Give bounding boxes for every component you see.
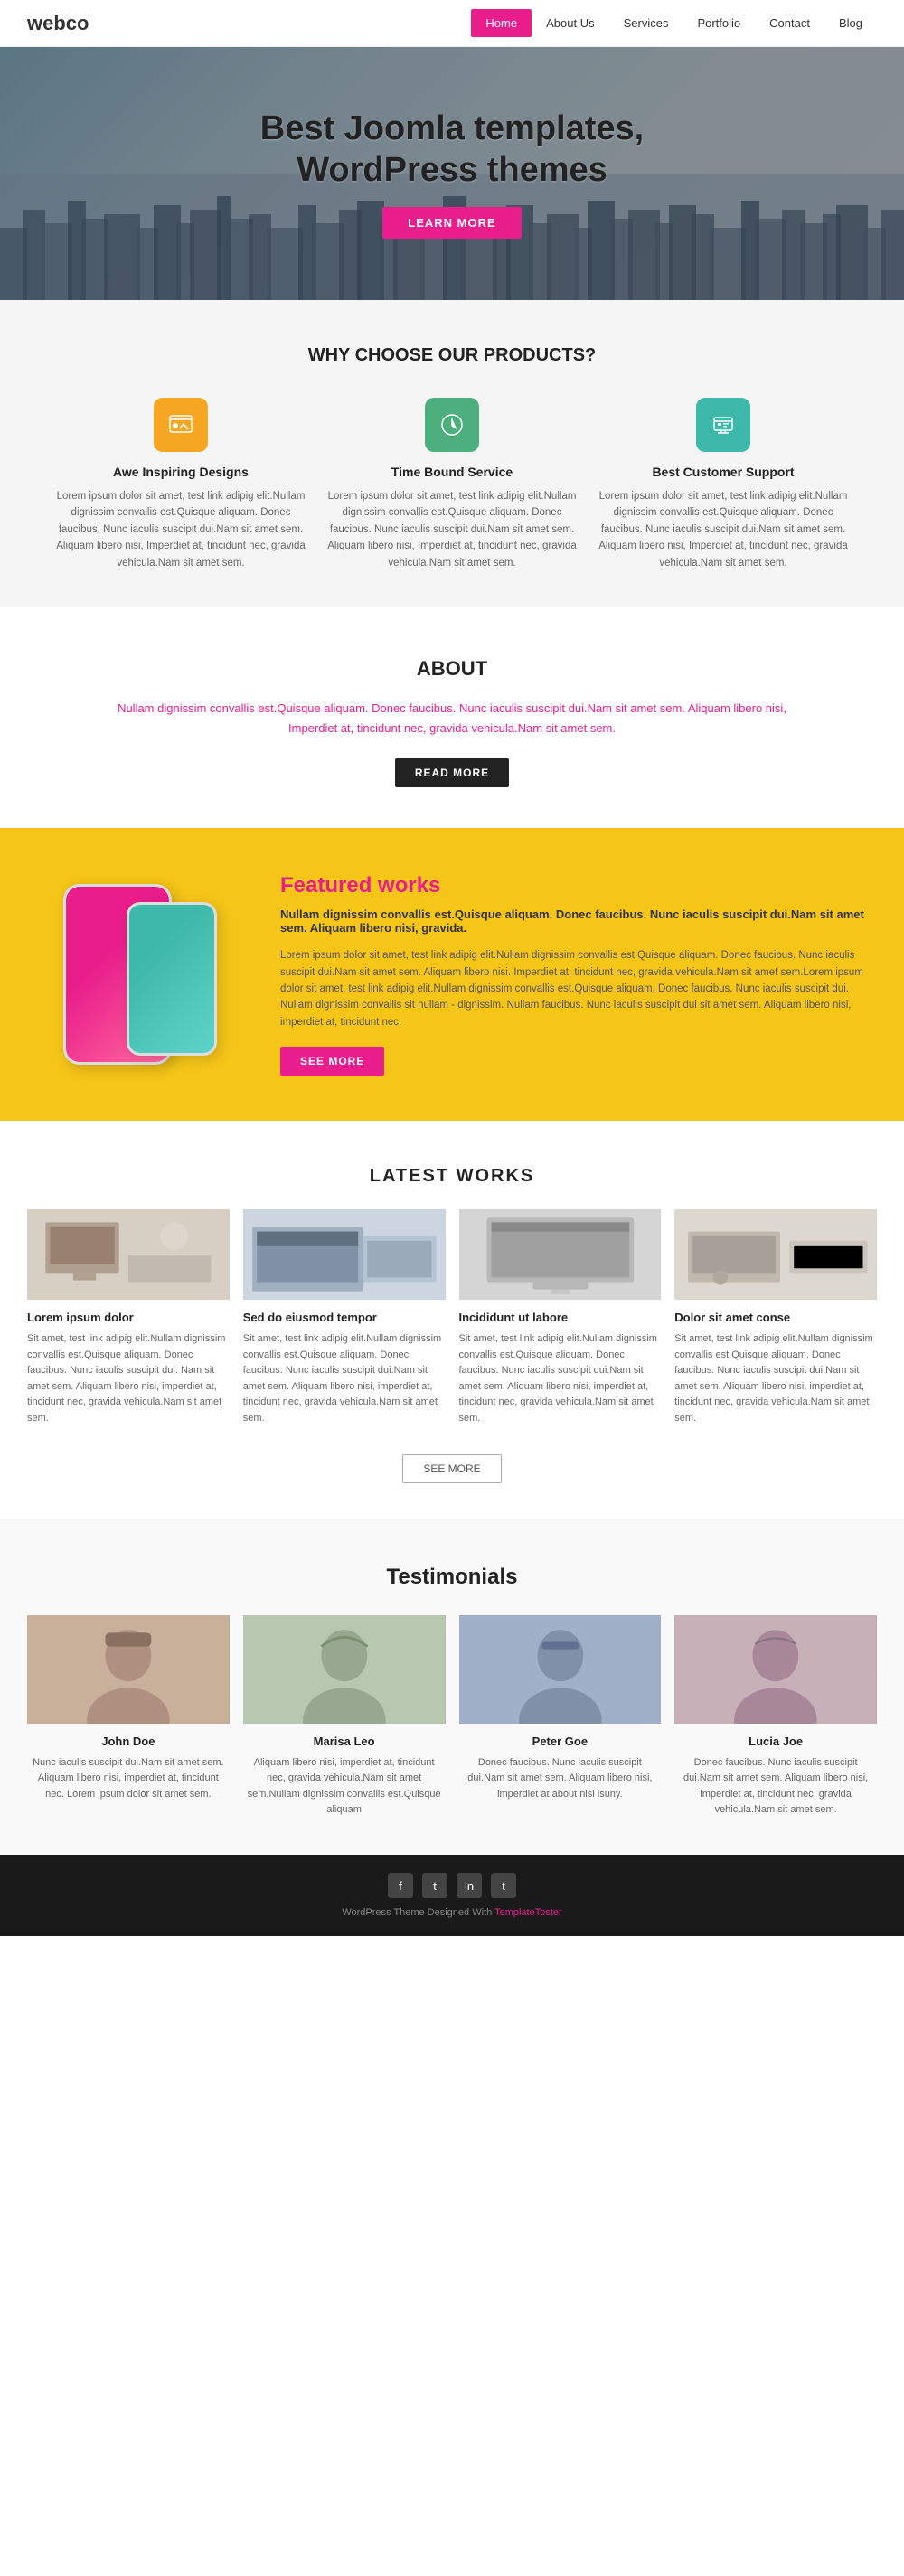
testimonial-name-3: Lucia Joe (674, 1735, 877, 1748)
testimonial-name-0: John Doe (27, 1735, 230, 1748)
testimonial-text-0: Nunc iaculis suscipit dui.Nam sit amet s… (27, 1755, 230, 1803)
nav-item-about[interactable]: About Us (532, 9, 608, 37)
work-title-3: Dolor sit amet conse (674, 1311, 877, 1324)
feature-icon-time (425, 398, 479, 452)
work-item-2: Incididunt ut labore Sit amet, test link… (459, 1209, 662, 1427)
nav-item-blog[interactable]: Blog (824, 9, 877, 37)
feature-text-2: Lorem ipsum dolor sit amet, test link ad… (597, 488, 850, 571)
features-grid: Awe Inspiring Designs Lorem ipsum dolor … (54, 398, 850, 571)
twitter-icon[interactable]: t (422, 1873, 447, 1898)
latest-title: LATEST WORKS (27, 1166, 877, 1187)
work-text-3: Sit amet, test link adipig elit.Nullam d… (674, 1331, 877, 1427)
feature-icon-support (696, 398, 750, 452)
about-section: ABOUT Nullam dignissim convallis est.Qui… (0, 607, 904, 828)
work-text-2: Sit amet, test link adipig elit.Nullam d… (459, 1331, 662, 1427)
featured-content: Featured works Nullam dignissim convalli… (280, 873, 868, 1076)
testimonial-3: Lucia Joe Donec faucibus. Nunc iaculis s… (674, 1615, 877, 1819)
work-thumb-1 (243, 1209, 446, 1300)
featured-phone-mockup (36, 875, 253, 1074)
feature-item-2: Best Customer Support Lorem ipsum dolor … (597, 398, 850, 571)
work-item-1: Sed do eiusmod tempor Sit amet, test lin… (243, 1209, 446, 1427)
nav-menu: Home About Us Services Portfolio Contact… (471, 9, 877, 37)
testimonial-2: Peter Goe Donec faucibus. Nunc iaculis s… (459, 1615, 662, 1819)
phone-screen-secondary (129, 905, 214, 1053)
avatar-3 (674, 1615, 877, 1724)
footer: f t in t WordPress Theme Designed With T… (0, 1855, 904, 1936)
featured-title: Featured works (280, 873, 868, 898)
featured-subtitle: Nullam dignissim convallis est.Quisque a… (280, 907, 868, 935)
featured-section: Featured works Nullam dignissim convalli… (0, 828, 904, 1121)
work-thumb-2 (459, 1209, 662, 1300)
work-thumb-0 (27, 1209, 230, 1300)
linkedin-icon[interactable]: in (457, 1873, 482, 1898)
latest-see-more-button[interactable]: SEE MORE (402, 1454, 501, 1483)
footer-text: WordPress Theme Designed With TemplateTo… (27, 1907, 877, 1918)
work-item-3: Dolor sit amet conse Sit amet, test link… (674, 1209, 877, 1427)
testimonial-name-2: Peter Goe (459, 1735, 662, 1748)
testimonial-0: John Doe Nunc iaculis suscipit dui.Nam s… (27, 1615, 230, 1819)
latest-section: LATEST WORKS Lorem ipsum dolor Sit amet,… (0, 1121, 904, 1519)
phone-mock-secondary (127, 902, 217, 1056)
nav-item-contact[interactable]: Contact (755, 9, 824, 37)
nav-item-home[interactable]: Home (471, 9, 532, 37)
feature-icon-design (154, 398, 208, 452)
facebook-icon[interactable]: f (388, 1873, 413, 1898)
hero-cta-button[interactable]: LEARN MORE (382, 207, 521, 239)
testimonial-1: Marisa Leo Aliquam libero nisi, imperdie… (243, 1615, 446, 1819)
work-text-0: Sit amet, test link adipig elit.Nullam d… (27, 1331, 230, 1427)
feature-title-0: Awe Inspiring Designs (54, 465, 307, 479)
brand: webco (27, 12, 471, 35)
testimonials-grid: John Doe Nunc iaculis suscipit dui.Nam s… (27, 1615, 877, 1819)
feature-item-1: Time Bound Service Lorem ipsum dolor sit… (325, 398, 579, 571)
avatar-1 (243, 1615, 446, 1724)
about-title: ABOUT (108, 657, 796, 681)
why-section: WHY CHOOSE OUR PRODUCTS? Awe Inspiring D… (0, 300, 904, 607)
testimonials-section: Testimonials John Doe Nunc iaculis susci… (0, 1519, 904, 1855)
work-title-1: Sed do eiusmod tempor (243, 1311, 446, 1324)
feature-item-0: Awe Inspiring Designs Lorem ipsum dolor … (54, 398, 307, 571)
navbar: webco Home About Us Services Portfolio C… (0, 0, 904, 47)
testimonials-title: Testimonials (27, 1565, 877, 1590)
hero-section: Best Joomla templates, WordPress themes … (0, 47, 904, 300)
work-title-0: Lorem ipsum dolor (27, 1311, 230, 1324)
work-thumb-3 (674, 1209, 877, 1300)
avatar-2 (459, 1615, 662, 1724)
about-read-more-button[interactable]: READ MORE (395, 758, 509, 787)
about-text: Nullam dignissim convallis est.Quisque a… (108, 699, 796, 738)
nav-item-portfolio[interactable]: Portfolio (683, 9, 755, 37)
footer-label: WordPress Theme Designed With (342, 1907, 494, 1918)
feature-title-2: Best Customer Support (597, 465, 850, 479)
hero-title: Best Joomla templates, WordPress themes (260, 108, 644, 191)
work-item-0: Lorem ipsum dolor Sit amet, test link ad… (27, 1209, 230, 1427)
footer-link[interactable]: TemplateToster (494, 1907, 562, 1918)
nav-item-services[interactable]: Services (609, 9, 683, 37)
testimonial-text-2: Donec faucibus. Nunc iaculis suscipit du… (459, 1755, 662, 1803)
feature-text-1: Lorem ipsum dolor sit amet, test link ad… (325, 488, 579, 571)
avatar-0 (27, 1615, 230, 1724)
footer-social: f t in t (27, 1873, 877, 1898)
why-title: WHY CHOOSE OUR PRODUCTS? (54, 345, 850, 366)
featured-see-more-button[interactable]: SEE MORE (280, 1047, 384, 1076)
testimonial-name-1: Marisa Leo (243, 1735, 446, 1748)
tumblr-icon[interactable]: t (491, 1873, 516, 1898)
feature-title-1: Time Bound Service (325, 465, 579, 479)
work-title-2: Incididunt ut labore (459, 1311, 662, 1324)
testimonial-text-1: Aliquam libero nisi, imperdiet at, tinci… (243, 1755, 446, 1819)
work-text-1: Sit amet, test link adipig elit.Nullam d… (243, 1331, 446, 1427)
testimonial-text-3: Donec faucibus. Nunc iaculis suscipit du… (674, 1755, 877, 1819)
featured-text: Lorem ipsum dolor sit amet, test link ad… (280, 947, 868, 1030)
works-grid: Lorem ipsum dolor Sit amet, test link ad… (27, 1209, 877, 1427)
feature-text-0: Lorem ipsum dolor sit amet, test link ad… (54, 488, 307, 571)
